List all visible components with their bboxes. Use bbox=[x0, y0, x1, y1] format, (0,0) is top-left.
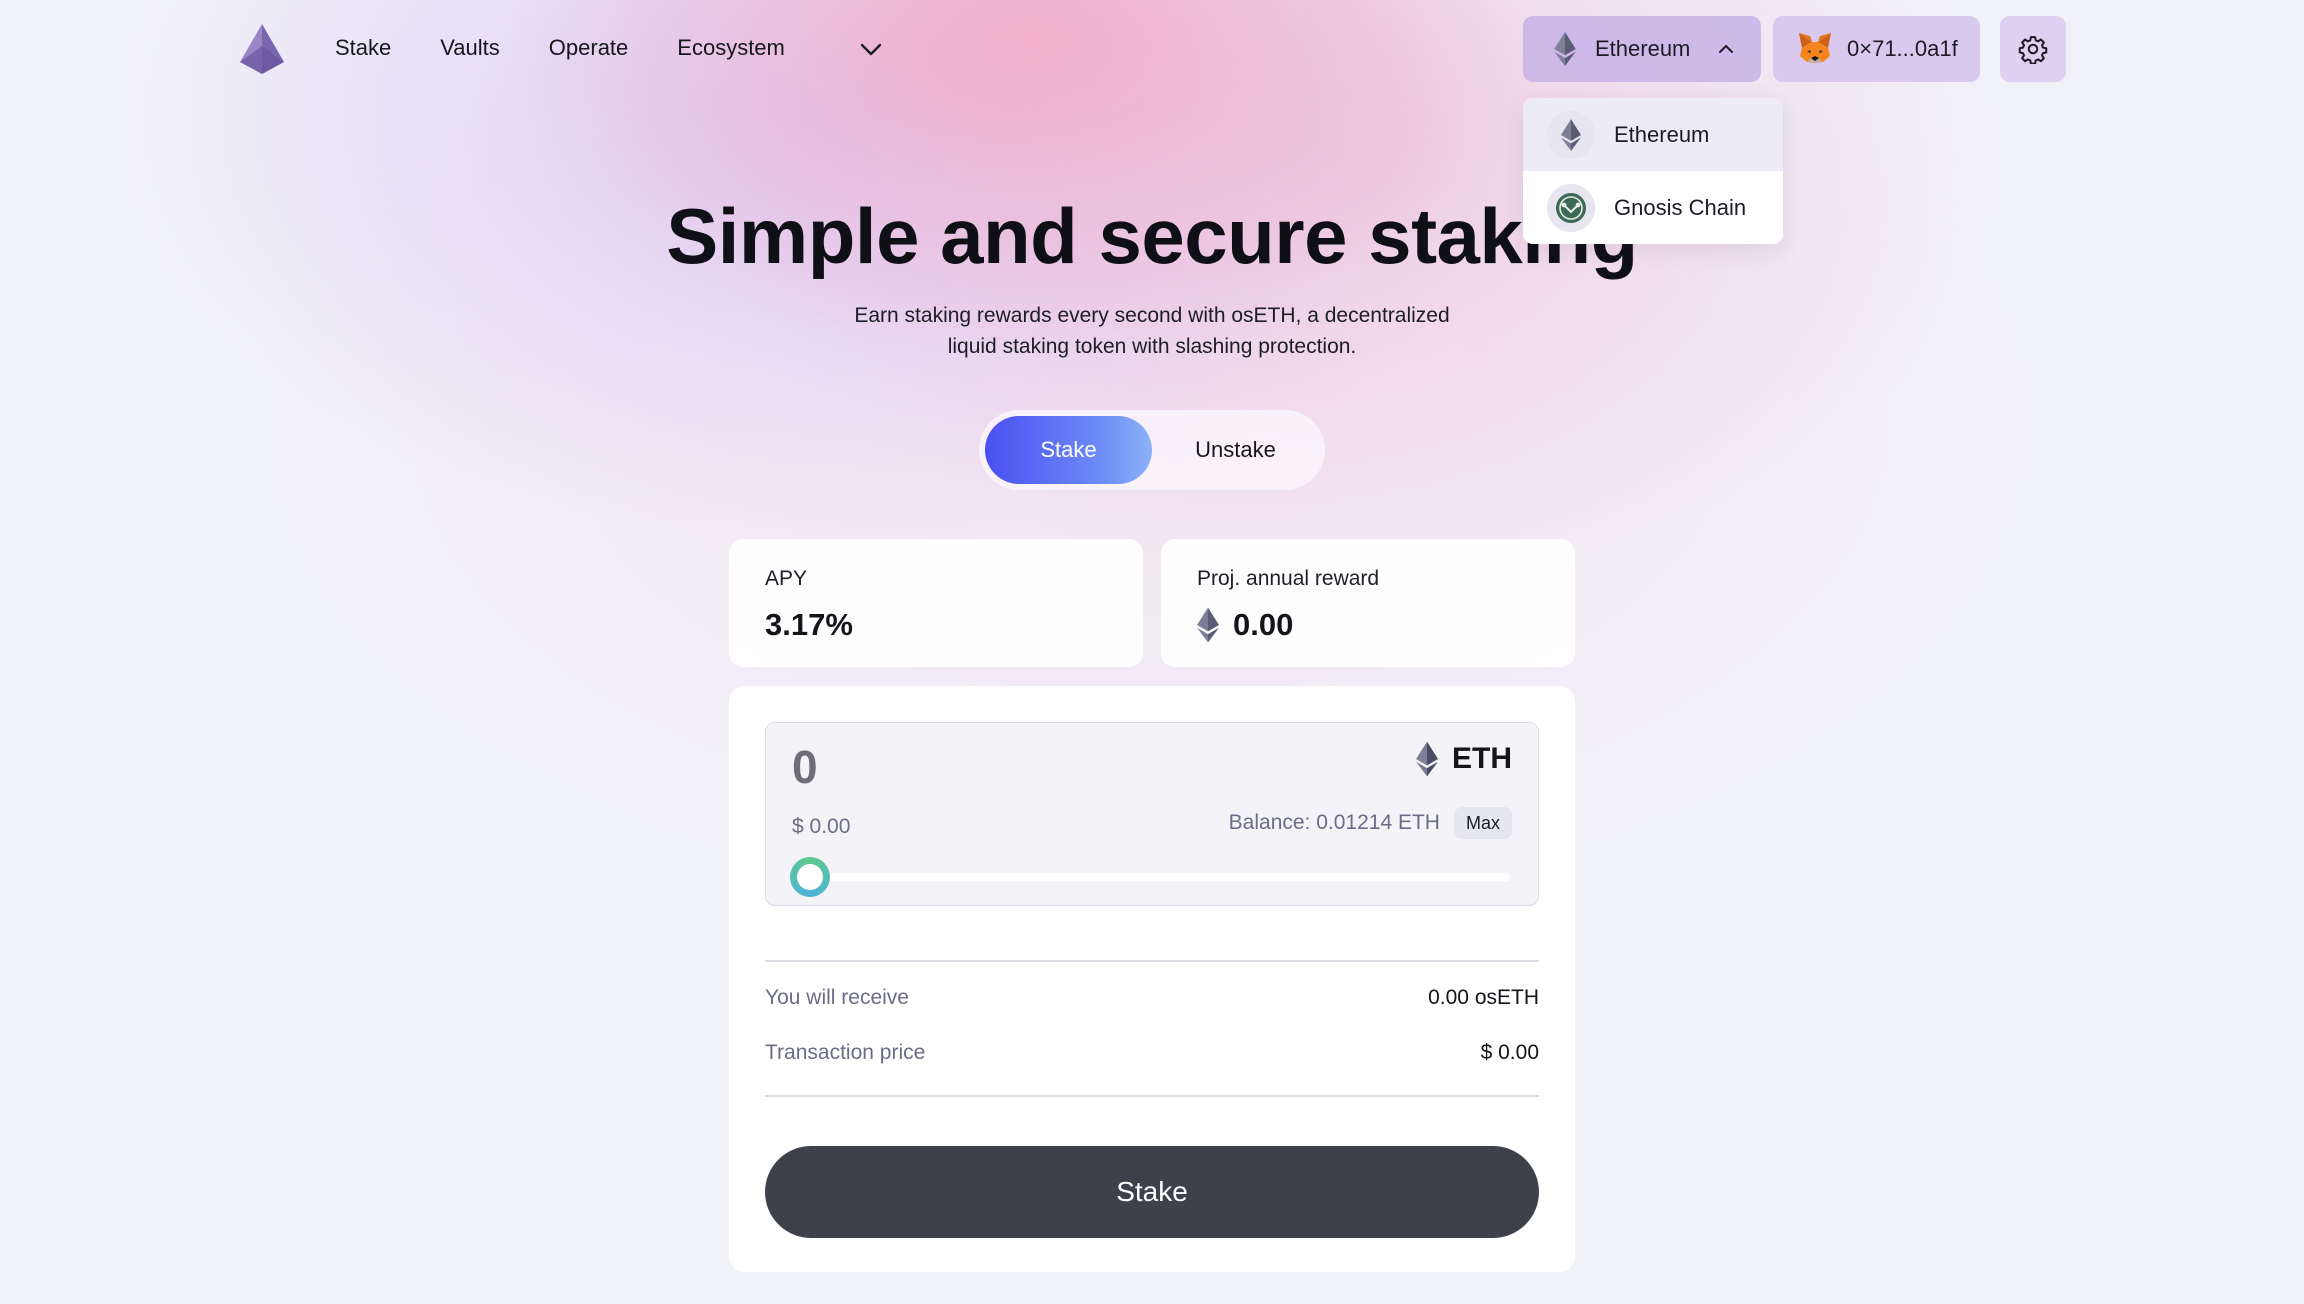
main-nav: Stake Vaults Operate Ecosystem bbox=[335, 30, 834, 66]
network-selector[interactable]: Ethereum bbox=[1523, 16, 1761, 82]
network-label: Ethereum bbox=[1595, 36, 1691, 61]
tab-unstake[interactable]: Unstake bbox=[1152, 416, 1319, 484]
transaction-price-label: Transaction price bbox=[765, 1041, 926, 1064]
stake-unstake-tabs: Stake Unstake bbox=[979, 410, 1325, 490]
ethereum-icon bbox=[1416, 741, 1438, 777]
receive-value: 0.00 osETH bbox=[1428, 986, 1539, 1009]
max-button[interactable]: Max bbox=[1453, 807, 1512, 839]
annual-reward-label: Proj. annual reward bbox=[1197, 567, 1380, 590]
page-subtitle: Earn staking rewards every second with o… bbox=[0, 300, 2304, 362]
dropdown-option-label: Ethereum bbox=[1614, 121, 1710, 147]
balance-label: Balance: 0.01214 ETH bbox=[1228, 811, 1440, 834]
nav-operate[interactable]: Operate bbox=[549, 30, 629, 66]
nav-vaults[interactable]: Vaults bbox=[440, 30, 500, 66]
stake-submit-button[interactable]: Stake bbox=[765, 1146, 1539, 1238]
page: Stake Vaults Operate Ecosystem Ethereum bbox=[0, 0, 2304, 1304]
wallet-address: 0×71...0a1f bbox=[1847, 36, 1958, 61]
gear-icon bbox=[2018, 36, 2048, 64]
subtitle-line-1: Earn staking rewards every second with o… bbox=[854, 304, 1450, 327]
amount-input-box: 0 ETH $ 0.00 Balance: 0.01214 ETH Max bbox=[765, 722, 1539, 906]
apy-card: APY 3.17% bbox=[729, 539, 1143, 667]
dropdown-option-gnosis[interactable]: Gnosis Chain bbox=[1523, 171, 1783, 244]
usd-value: $ 0.00 bbox=[792, 815, 851, 838]
dropdown-option-ethereum[interactable]: Ethereum bbox=[1523, 98, 1783, 171]
ethereum-icon bbox=[1554, 32, 1576, 66]
nav-stake[interactable]: Stake bbox=[335, 30, 391, 66]
gnosis-icon bbox=[1547, 183, 1595, 232]
metamask-fox-icon bbox=[1799, 33, 1831, 63]
transaction-price-row: Transaction price $ 0.00 bbox=[765, 1041, 1539, 1065]
annual-reward-card: Proj. annual reward 0.00 bbox=[1161, 539, 1575, 667]
wallet-button[interactable]: 0×71...0a1f bbox=[1773, 16, 1980, 82]
divider bbox=[765, 1095, 1539, 1097]
apy-value: 3.17% bbox=[765, 607, 853, 642]
ethereum-icon bbox=[1197, 607, 1219, 643]
amount-slider-track[interactable] bbox=[806, 873, 1510, 881]
divider bbox=[765, 960, 1539, 962]
page-title: Simple and secure staking bbox=[666, 192, 1638, 280]
chevron-down-icon[interactable] bbox=[858, 36, 884, 62]
annual-reward-value-row: 0.00 bbox=[1197, 606, 1539, 644]
balance-row: Balance: 0.01214 ETH Max bbox=[1229, 807, 1512, 839]
nav-ecosystem[interactable]: Ecosystem bbox=[677, 30, 785, 66]
dropdown-option-label: Gnosis Chain bbox=[1614, 194, 1747, 220]
ethereum-icon bbox=[1547, 110, 1595, 159]
token-selector[interactable]: ETH bbox=[1416, 741, 1512, 777]
token-label: ETH bbox=[1452, 742, 1512, 775]
receive-row: You will receive 0.00 osETH bbox=[765, 986, 1539, 1010]
amount-input[interactable]: 0 bbox=[792, 737, 818, 797]
stakewise-logo-icon[interactable] bbox=[240, 24, 284, 74]
transaction-price-value: $ 0.00 bbox=[1480, 1041, 1539, 1064]
annual-reward-value: 0.00 bbox=[1233, 607, 1294, 642]
subtitle-line-2: liquid staking token with slashing prote… bbox=[947, 335, 1357, 358]
apy-label: APY bbox=[765, 567, 808, 590]
stake-form-card: 0 ETH $ 0.00 Balance: 0.01214 ETH Max Yo… bbox=[729, 686, 1575, 1272]
amount-slider-thumb[interactable] bbox=[790, 857, 830, 897]
settings-button[interactable] bbox=[2000, 16, 2066, 82]
receive-label: You will receive bbox=[765, 986, 909, 1009]
network-dropdown: Ethereum Gnosis Chain bbox=[1523, 98, 1783, 244]
chevron-up-icon bbox=[1719, 45, 1733, 53]
tab-stake[interactable]: Stake bbox=[985, 416, 1152, 484]
